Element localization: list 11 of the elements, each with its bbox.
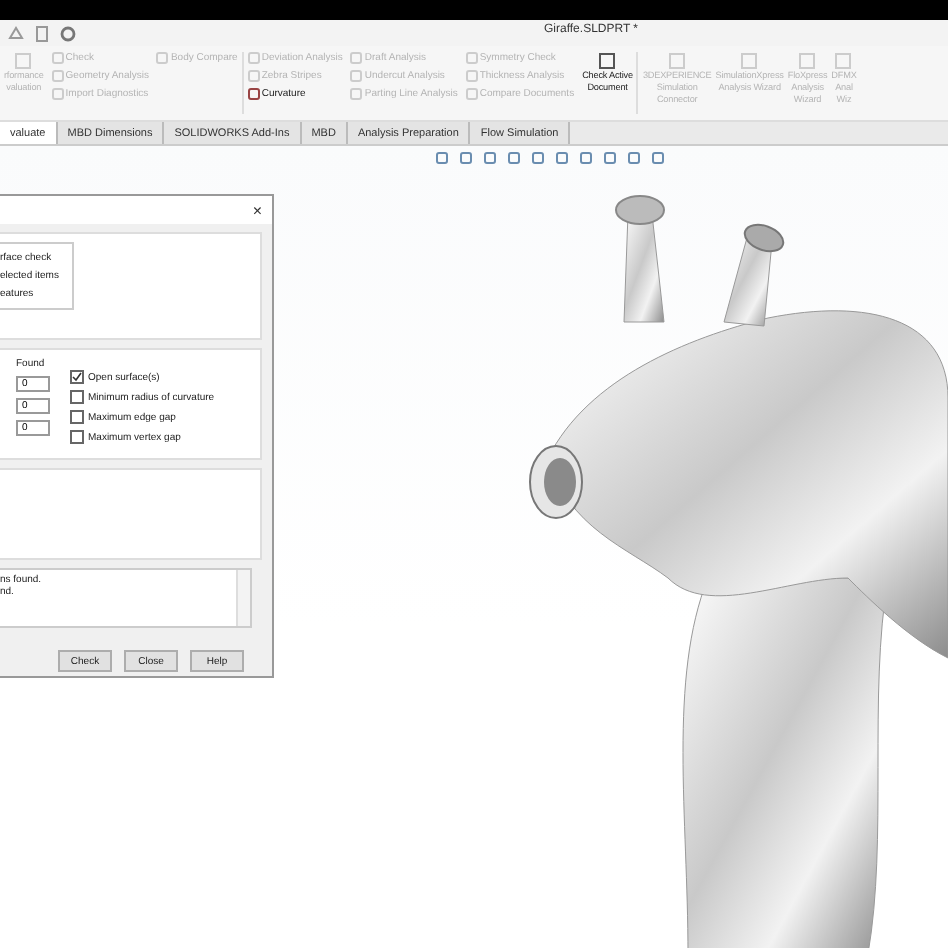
- tool-icon: [740, 52, 759, 70]
- checkbox[interactable]: [70, 370, 84, 384]
- scrollbar[interactable]: [236, 570, 250, 626]
- page-icon[interactable]: [36, 25, 48, 41]
- checkbox[interactable]: [70, 390, 84, 404]
- tool-icon: [598, 52, 617, 70]
- tool-icon: [668, 52, 687, 70]
- checkbox[interactable]: [70, 430, 84, 444]
- close-button[interactable]: ×: [252, 201, 262, 219]
- toolbar-icon[interactable]: [8, 26, 24, 40]
- checkbox[interactable]: [70, 410, 84, 424]
